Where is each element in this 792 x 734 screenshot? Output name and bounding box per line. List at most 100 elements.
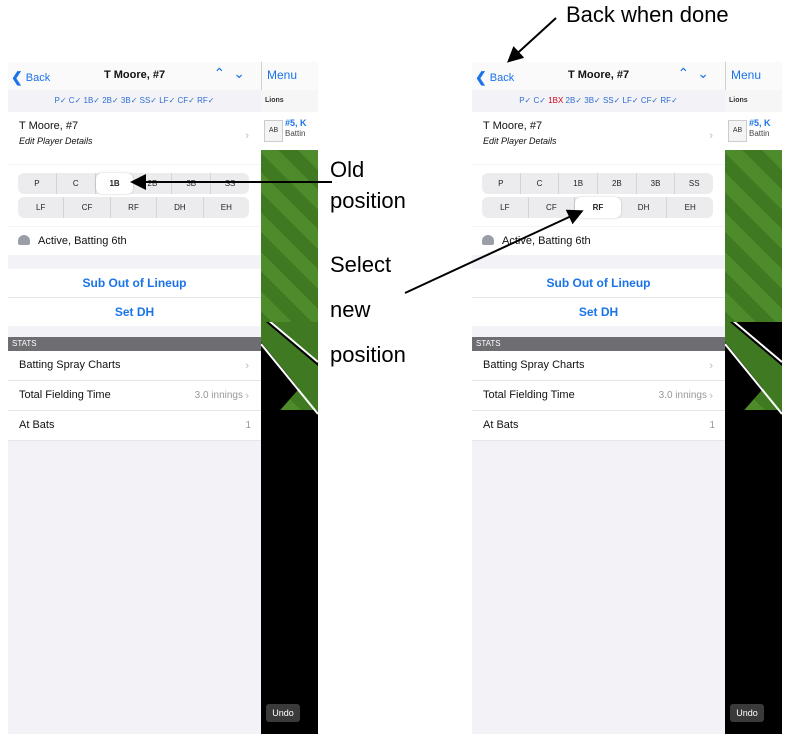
chevron-down-icon[interactable]: ⌄ — [233, 65, 253, 81]
position-c[interactable]: C — [521, 173, 560, 194]
at-bat-badge: AB — [728, 120, 747, 142]
annotation-new-position: position — [330, 342, 406, 367]
stat-value: 3.0 innings — [658, 390, 707, 401]
edit-player-row[interactable]: T Moore, #7 Edit Player Details › — [8, 112, 261, 164]
chevron-right-icon: › — [709, 130, 713, 142]
at-bats-row: At Bats 1 — [472, 411, 725, 441]
position-segment-row2: LF CF RF DH EH — [18, 197, 249, 218]
batter-status: Battin — [749, 129, 770, 138]
prev-next-controls[interactable]: ⌃⌄ — [678, 65, 717, 82]
total-fielding-time-row[interactable]: Total Fielding Time 3.0 innings › — [8, 381, 261, 411]
set-dh-button[interactable]: Set DH — [8, 298, 261, 326]
game-side-panel: Menu Lions AB #5, K Battin Undo — [261, 62, 318, 734]
game-side-panel: Menu Lions AB #5, K Battin Undo — [725, 62, 782, 734]
position-checklist-post: 2B✓ 3B✓ SS✓ LF✓ CF✓ RF✓ — [563, 96, 678, 105]
arrow-back — [507, 17, 557, 63]
active-status: Active, Batting 6th — [502, 235, 591, 247]
position-segment-row1: P C 1B 2B 3B SS — [482, 173, 713, 194]
total-fielding-time-row[interactable]: Total Fielding Time 3.0 innings › — [472, 381, 725, 411]
stat-label: Total Fielding Time — [19, 389, 111, 401]
active-status-row: Active, Batting 6th — [472, 227, 725, 255]
field-diamond-graphic — [261, 322, 318, 432]
batting-helmet-icon — [482, 235, 494, 245]
position-checklist: P✓ C✓ 1B✓ 2B✓ 3B✓ SS✓ LF✓ CF✓ RF✓ — [8, 90, 261, 112]
position-eh[interactable]: EH — [667, 197, 713, 218]
chevron-right-icon: › — [245, 360, 249, 372]
position-conflict: 1BX — [548, 96, 564, 105]
position-p[interactable]: P — [18, 173, 57, 194]
position-checklist-pre: P✓ C✓ — [519, 96, 549, 105]
position-lf[interactable]: LF — [482, 197, 529, 218]
menu-button[interactable]: Menu — [731, 68, 761, 82]
sub-out-button[interactable]: Sub Out of Lineup — [8, 269, 261, 298]
at-bat-row[interactable]: AB #5, K Battin — [261, 112, 318, 150]
active-status: Active, Batting 6th — [38, 235, 127, 247]
set-dh-button[interactable]: Set DH — [472, 298, 725, 326]
player-detail-sheet: ❮ Back T Moore, #7 ⌃⌄ P✓ C✓ 1B✓ 2B✓ 3B✓ … — [8, 62, 261, 734]
batter-name: #5, K — [285, 118, 307, 128]
chevron-up-icon[interactable]: ⌃ — [678, 65, 698, 81]
player-name: T Moore, #7 — [19, 120, 79, 132]
position-2b[interactable]: 2B — [133, 173, 173, 194]
position-eh[interactable]: EH — [204, 197, 249, 218]
position-ss[interactable]: SS — [675, 173, 713, 194]
position-checklist: P✓ C✓ 1BX 2B✓ 3B✓ SS✓ LF✓ CF✓ RF✓ — [472, 90, 725, 112]
batting-spray-charts-row[interactable]: Batting Spray Charts › — [8, 351, 261, 381]
player-detail-sheet: ❮ Back T Moore, #7 ⌃⌄ P✓ C✓ 1BX 2B✓ 3B✓ … — [472, 62, 725, 734]
position-dh[interactable]: DH — [621, 197, 668, 218]
chevron-down-icon[interactable]: ⌄ — [697, 65, 717, 81]
position-segment-row1: P C 1B 2B 3B SS — [18, 173, 249, 194]
chevron-right-icon: › — [709, 360, 713, 372]
at-bats-row: At Bats 1 — [8, 411, 261, 441]
position-2b[interactable]: 2B — [598, 173, 637, 194]
team-name: Lions — [261, 90, 318, 112]
prev-next-controls[interactable]: ⌃⌄ — [214, 65, 253, 82]
edit-player-row[interactable]: T Moore, #7 Edit Player Details › — [472, 112, 725, 164]
position-3b[interactable]: 3B — [637, 173, 676, 194]
position-dh[interactable]: DH — [157, 197, 204, 218]
undo-button[interactable]: Undo — [730, 704, 764, 722]
lineup-screen-after: ❮ Back T Moore, #7 ⌃⌄ P✓ C✓ 1BX 2B✓ 3B✓ … — [472, 62, 782, 734]
annotation-old: Old — [330, 157, 365, 182]
stat-value: 3.0 innings — [194, 390, 243, 401]
position-1b[interactable]: 1B — [559, 173, 599, 194]
stat-value: 1 — [709, 420, 715, 431]
position-p[interactable]: P — [482, 173, 521, 194]
team-name: Lions — [725, 90, 782, 112]
stat-label: At Bats — [19, 419, 55, 431]
nav-bar: ❮ Back T Moore, #7 ⌃⌄ — [8, 62, 261, 90]
position-c[interactable]: C — [57, 173, 96, 194]
position-1b[interactable]: 1B — [95, 173, 134, 194]
menu-button[interactable]: Menu — [267, 68, 297, 82]
stat-label: Batting Spray Charts — [19, 359, 121, 371]
at-bat-badge: AB — [264, 120, 283, 142]
position-ss[interactable]: SS — [211, 173, 249, 194]
position-3b[interactable]: 3B — [172, 173, 212, 194]
position-cf[interactable]: CF — [529, 197, 576, 218]
stat-label: Batting Spray Charts — [483, 359, 585, 371]
annotation-old-position: position — [330, 188, 406, 213]
stats-header: STATS — [472, 337, 725, 351]
chevron-right-icon: › — [709, 390, 713, 402]
position-rf[interactable]: RF — [575, 197, 621, 218]
chevron-up-icon[interactable]: ⌃ — [214, 65, 234, 81]
stats-header: STATS — [8, 337, 261, 351]
position-selector: P C 1B 2B 3B SS LF CF RF DH EH — [8, 165, 261, 226]
position-rf[interactable]: RF — [111, 197, 158, 218]
batting-spray-charts-row[interactable]: Batting Spray Charts › — [472, 351, 725, 381]
batting-helmet-icon — [18, 235, 30, 245]
annotation-select: Select — [330, 252, 392, 277]
player-name: T Moore, #7 — [483, 120, 543, 132]
sub-out-button[interactable]: Sub Out of Lineup — [472, 269, 725, 298]
batter-status: Battin — [285, 129, 306, 138]
position-cf[interactable]: CF — [64, 197, 111, 218]
annotation-new: new — [330, 297, 371, 322]
at-bat-row[interactable]: AB #5, K Battin — [725, 112, 782, 150]
position-lf[interactable]: LF — [18, 197, 65, 218]
nav-bar: ❮ Back T Moore, #7 ⌃⌄ — [472, 62, 725, 90]
stat-label: Total Fielding Time — [483, 389, 575, 401]
edit-player-details-link: Edit Player Details — [483, 136, 557, 146]
chevron-right-icon: › — [245, 390, 249, 402]
undo-button[interactable]: Undo — [266, 704, 300, 722]
stat-value: 1 — [245, 420, 251, 431]
